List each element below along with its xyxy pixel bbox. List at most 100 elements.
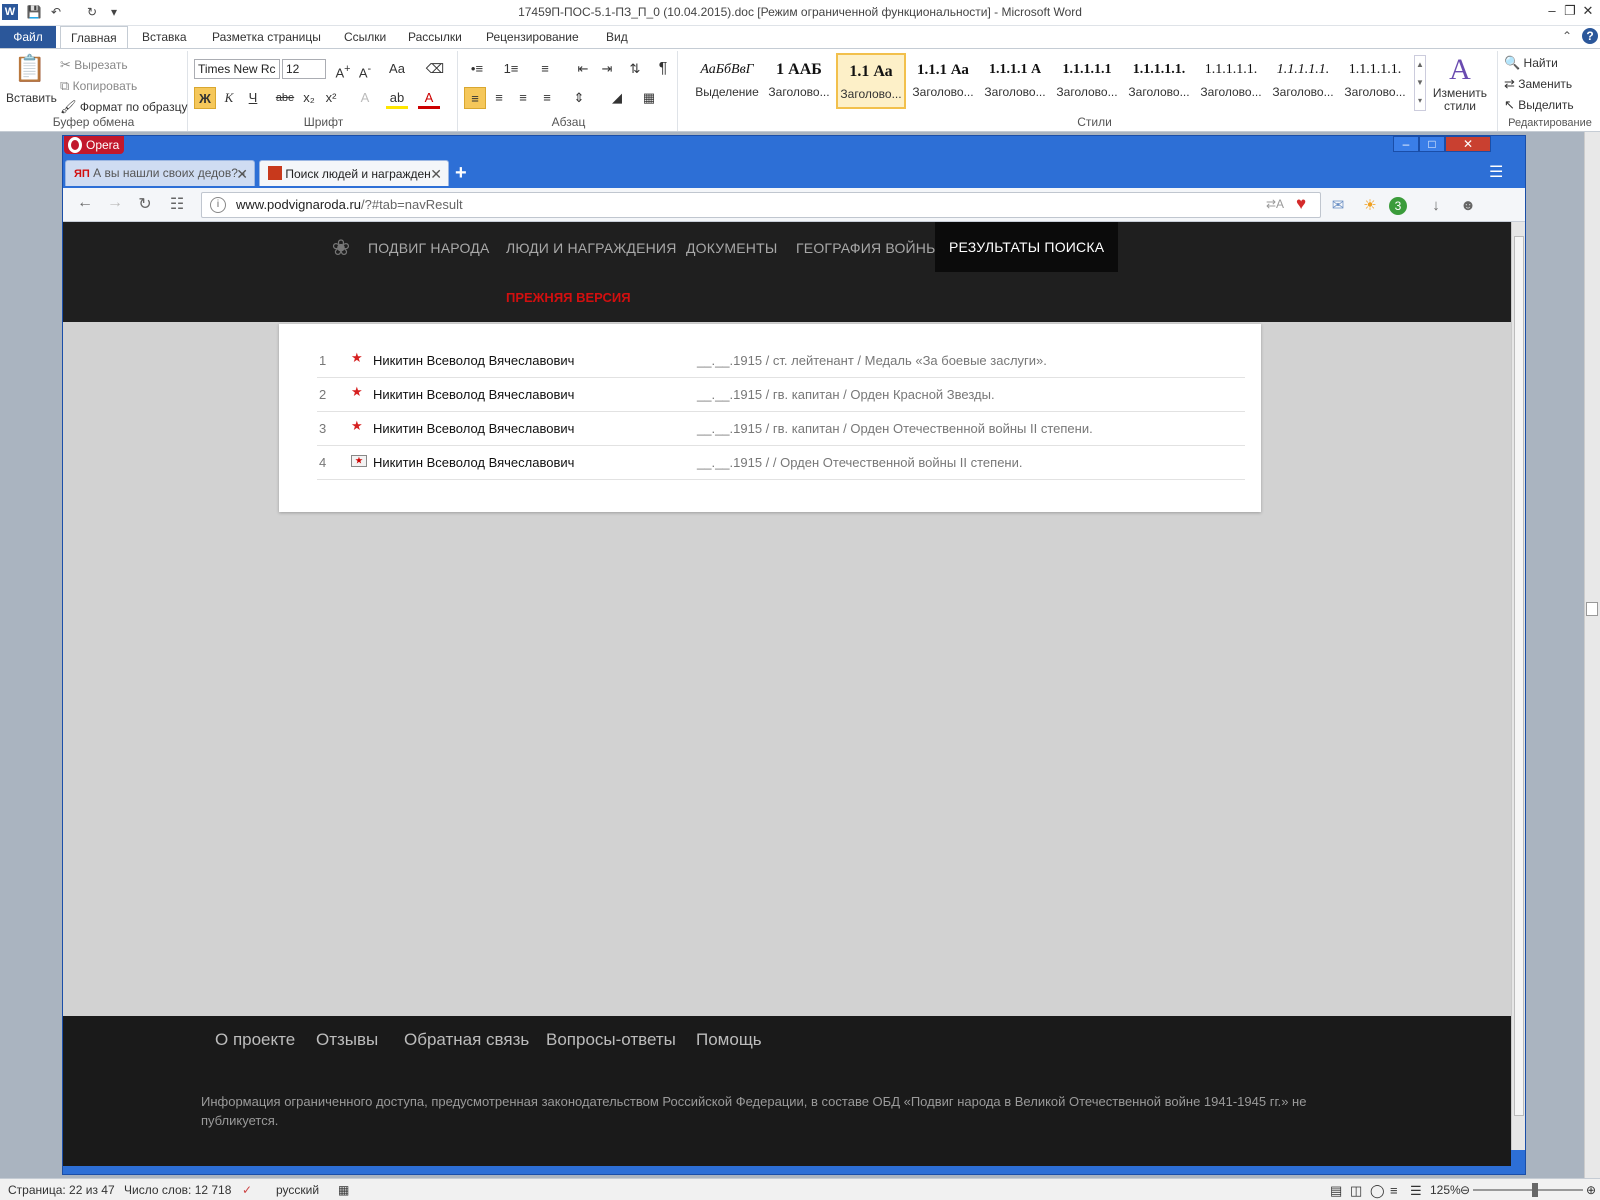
tab-close-icon[interactable]: ✕ <box>236 166 248 183</box>
opera-menu-button[interactable]: Opera <box>64 136 124 154</box>
result-name[interactable]: Никитин Всеволод Вячеславович <box>373 455 574 470</box>
result-name[interactable]: Никитин Всеволод Вячеславович <box>373 421 574 436</box>
downloads-icon[interactable]: ↓ <box>1425 195 1447 217</box>
clear-formatting-icon[interactable]: ⌫ <box>424 58 446 80</box>
bullets-icon[interactable]: •≡ <box>466 58 488 80</box>
mail-icon[interactable]: ✉ <box>1327 195 1349 217</box>
align-right-icon[interactable]: ≡ <box>512 87 534 109</box>
style-heading-3[interactable]: 1.1.1 Аа Заголово... <box>908 53 978 109</box>
style-heading-2[interactable]: 1.1 Аа Заголово... <box>836 53 906 109</box>
minimize-icon[interactable]: – <box>1544 3 1560 19</box>
weather-icon[interactable]: ☀ <box>1359 195 1381 217</box>
nav-war-geography[interactable]: ГЕОГРАФИЯ ВОЙНЫ <box>796 240 939 256</box>
favorite-heart-icon[interactable]: ♥ <box>1296 194 1306 214</box>
font-size-select[interactable]: 12 <box>282 59 326 79</box>
view-reading-icon[interactable]: ◫ <box>1350 1183 1362 1199</box>
select-button[interactable]: ↖ Выделить <box>1504 97 1574 113</box>
nav-documents[interactable]: ДОКУМЕНТЫ <box>686 240 777 256</box>
zoom-out-icon[interactable]: ⊖ <box>1460 1183 1470 1197</box>
tab-review[interactable]: Рецензирование <box>476 26 589 48</box>
font-family-select[interactable]: Times New Rc <box>194 59 280 79</box>
result-row[interactable]: 2 ★ Никитин Всеволод Вячеславович __.__.… <box>317 378 1245 412</box>
tab-view[interactable]: Вид <box>596 26 638 48</box>
find-button[interactable]: 🔍 Найти <box>1504 55 1558 71</box>
previous-version-link[interactable]: ПРЕЖНЯЯ ВЕРСИЯ <box>506 290 631 305</box>
change-case-icon[interactable]: Aa <box>386 58 408 80</box>
cut-button[interactable]: ✂ Вырезать <box>60 57 128 73</box>
footer-reviews-link[interactable]: Отзывы <box>316 1030 378 1050</box>
scroll-thumb[interactable] <box>1586 602 1598 616</box>
tab-close-icon[interactable]: ✕ <box>430 166 442 183</box>
copy-button[interactable]: ⧉ Копировать <box>60 78 137 94</box>
word-count[interactable]: Число слов: 12 718 <box>124 1183 231 1197</box>
align-center-icon[interactable]: ≡ <box>488 87 510 109</box>
opera-close-icon[interactable]: ✕ <box>1445 136 1491 152</box>
align-left-icon[interactable]: ≡ <box>464 87 486 109</box>
site-info-icon[interactable]: i <box>210 197 226 213</box>
result-row[interactable]: 4 ★ Никитин Всеволод Вячеславович __.__.… <box>317 446 1245 480</box>
ribbon-collapse-icon[interactable]: ⌃ <box>1562 29 1572 43</box>
style-heading-4[interactable]: 1.1.1.1 А Заголово... <box>980 53 1050 109</box>
tab-mailings[interactable]: Рассылки <box>398 26 472 48</box>
translate-icon[interactable]: ⇄A <box>1266 197 1284 211</box>
show-marks-button[interactable]: ¶ <box>652 58 674 80</box>
footer-about-link[interactable]: О проекте <box>215 1030 295 1050</box>
account-icon[interactable]: ☻ <box>1457 195 1479 217</box>
result-name[interactable]: Никитин Всеволод Вячеславович <box>373 387 574 402</box>
sort-icon[interactable]: ⇅ <box>624 58 646 80</box>
page-scroll-thumb[interactable] <box>1514 236 1524 1116</box>
tab-menu-icon[interactable]: ☰ <box>1489 162 1503 182</box>
zoom-slider-thumb[interactable] <box>1532 1183 1538 1197</box>
zoom-in-icon[interactable]: ⊕ <box>1586 1183 1596 1197</box>
close-icon[interactable]: ✕ <box>1580 3 1596 19</box>
view-web-icon[interactable]: ◯ <box>1370 1183 1385 1199</box>
result-row[interactable]: 3 ★ Никитин Всеволод Вячеславович __.__.… <box>317 412 1245 446</box>
browser-tab[interactable]: ЯП А вы нашли своих дедов? - ✕ <box>65 160 255 186</box>
style-heading-6[interactable]: 1.1.1.1.1. Заголово... <box>1124 53 1194 109</box>
browser-tab-active[interactable]: Поиск людей и награжден ✕ <box>259 160 449 186</box>
tab-file[interactable]: Файл <box>0 26 56 48</box>
decrease-indent-icon[interactable]: ⇤ <box>572 58 594 80</box>
address-bar[interactable]: i www.podvignaroda.ru/?#tab=navResult ⇄A… <box>201 192 1321 218</box>
view-print-layout-icon[interactable]: ▤ <box>1330 1183 1342 1199</box>
footer-feedback-link[interactable]: Обратная связь <box>404 1030 529 1050</box>
url-text[interactable]: www.podvignaroda.ru/?#tab=navResult <box>236 197 463 212</box>
view-outline-icon[interactable]: ≡ <box>1390 1183 1398 1198</box>
tab-references[interactable]: Ссылки <box>334 26 396 48</box>
eagle-emblem-icon[interactable]: ❀ <box>323 235 359 261</box>
tab-home[interactable]: Главная <box>60 26 128 49</box>
footer-help-link[interactable]: Помощь <box>696 1030 762 1050</box>
notifications-badge[interactable]: 3 <box>1389 197 1407 215</box>
format-painter-button[interactable]: 🖌 Формат по образцу <box>60 99 187 115</box>
font-color-icon[interactable]: A <box>418 87 440 109</box>
new-tab-icon[interactable]: + <box>455 162 467 185</box>
language[interactable]: русский <box>276 1183 319 1197</box>
grow-font-icon[interactable]: A+ <box>332 58 354 80</box>
italic-button[interactable]: К <box>218 87 240 109</box>
line-spacing-icon[interactable]: ⇕ <box>568 87 590 109</box>
view-draft-icon[interactable]: ☰ <box>1410 1183 1422 1199</box>
nav-podvig-naroda[interactable]: ПОДВИГ НАРОДА <box>368 240 489 256</box>
page-scrollbar[interactable] <box>1511 222 1525 1150</box>
restore-icon[interactable]: ❐ <box>1562 3 1578 19</box>
nav-search-results[interactable]: РЕЗУЛЬТАТЫ ПОИСКА <box>935 222 1119 272</box>
underline-button[interactable]: Ч <box>242 87 264 109</box>
superscript-button[interactable]: x² <box>320 87 342 109</box>
footer-faq-link[interactable]: Вопросы-ответы <box>546 1030 676 1050</box>
tab-page-layout[interactable]: Разметка страницы <box>202 26 331 48</box>
opera-maximize-icon[interactable]: □ <box>1419 136 1445 152</box>
bold-button[interactable]: Ж <box>194 87 216 109</box>
shrink-font-icon[interactable]: A- <box>354 58 376 80</box>
back-icon[interactable]: ← <box>73 194 97 216</box>
style-heading-7[interactable]: 1.1.1.1.1. Заголово... <box>1196 53 1266 109</box>
nav-people-awards[interactable]: ЛЮДИ И НАГРАЖДЕНИЯ <box>506 240 677 256</box>
highlight-icon[interactable]: ab <box>386 87 408 109</box>
tab-insert[interactable]: Вставка <box>132 26 197 48</box>
result-row[interactable]: 1 ★ Никитин Всеволод Вячеславович __.__.… <box>317 344 1245 378</box>
document-scrollbar[interactable] <box>1584 132 1600 1178</box>
shading-icon[interactable]: ◢ <box>606 87 628 109</box>
zoom-slider[interactable] <box>1473 1189 1583 1191</box>
result-name[interactable]: Никитин Всеволод Вячеславович <box>373 353 574 368</box>
help-icon[interactable]: ? <box>1582 28 1598 44</box>
styles-scroll-icon[interactable]: ▲ ▼ ▾ <box>1414 55 1426 111</box>
